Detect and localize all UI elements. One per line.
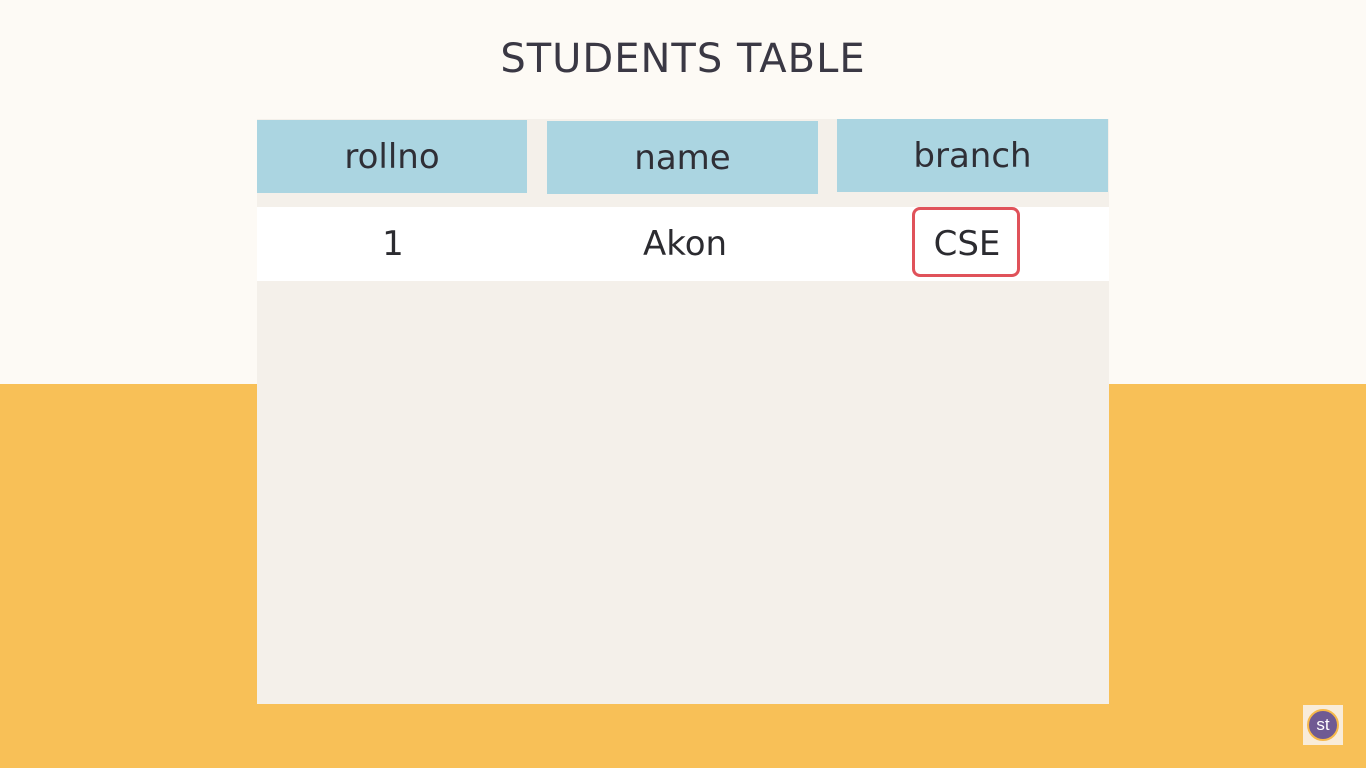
column-header-rollno: rollno [257, 120, 527, 193]
column-header-branch: branch [837, 119, 1108, 192]
logo-badge: st [1307, 709, 1339, 741]
column-header-name: name [547, 121, 818, 194]
studytonight-logo-icon: st [1303, 705, 1343, 745]
highlight-box [912, 207, 1020, 277]
table-cell-rollno: 1 [382, 224, 404, 264]
students-table: rollno name branch 1 Akon CSE [257, 119, 1109, 704]
table-cell-name: Akon [642, 224, 728, 264]
page-title: STUDENTS TABLE [500, 36, 866, 82]
